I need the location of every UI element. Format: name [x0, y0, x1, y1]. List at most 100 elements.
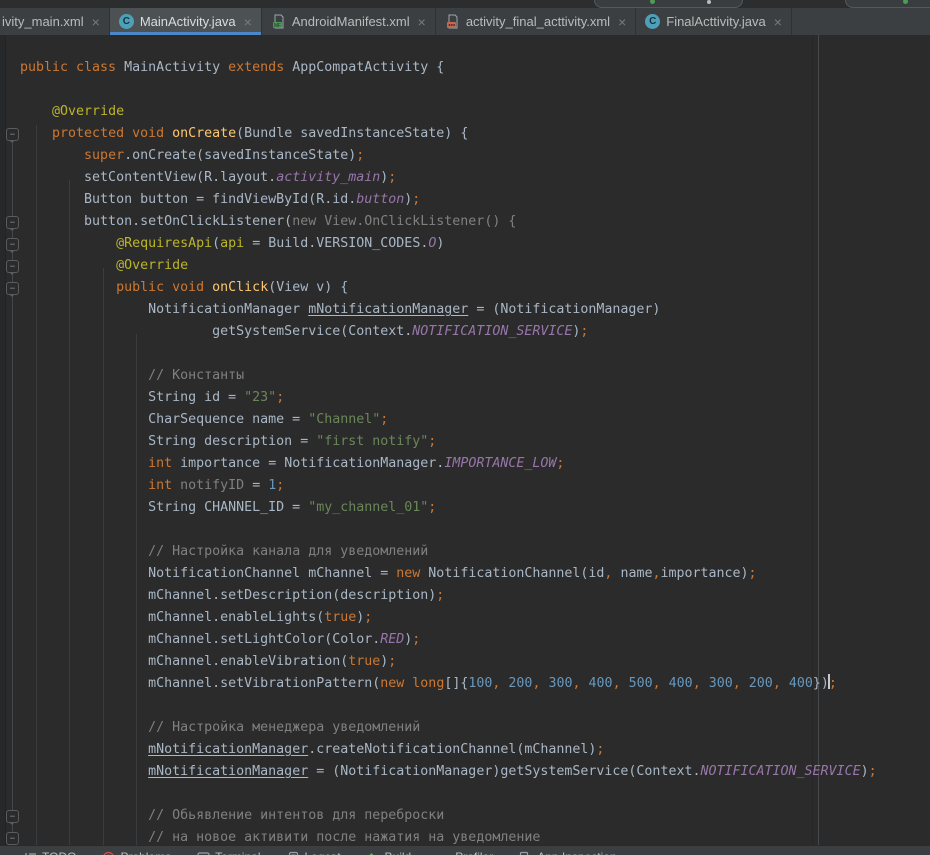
code-line[interactable]: // Настройка канала для уведомлений — [0, 541, 930, 563]
code-line[interactable]: int notifyID = 1; — [0, 475, 930, 497]
code-line[interactable]: Button button = findViewById(R.id.button… — [0, 189, 930, 211]
code-line[interactable] — [0, 783, 930, 805]
code-line[interactable]: mChannel.enableVibration(true); — [0, 651, 930, 673]
code-token: , — [693, 676, 701, 691]
fold-marker-icon[interactable]: − — [6, 216, 19, 229]
fold-marker-icon[interactable]: − — [6, 810, 19, 823]
fold-marker-icon[interactable]: − — [6, 238, 19, 251]
code-line[interactable]: setContentView(R.layout.activity_main); — [0, 167, 930, 189]
code-token: NOTIFICATION_SERVICE — [700, 764, 860, 779]
toolbar-dot-icon — [707, 0, 711, 4]
code-line[interactable] — [0, 343, 930, 365]
code-line[interactable]: int importance = NotificationManager.IMP… — [0, 453, 930, 475]
toolwindow-profiler[interactable]: Profiler — [437, 850, 493, 855]
code-line[interactable]: NotificationManager mNotificationManager… — [0, 299, 930, 321]
run-configuration-pill[interactable] — [594, 0, 743, 8]
close-icon[interactable]: × — [774, 15, 782, 29]
code-line[interactable]: // на новое активити после нажатия на ув… — [0, 827, 930, 845]
code-line[interactable]: String description = "first notify"; — [0, 431, 930, 453]
code-line[interactable]: @RequiresApi(api = Build.VERSION_CODES.O… — [0, 233, 930, 255]
code-token: @RequiresApi — [116, 236, 212, 251]
code-token — [661, 676, 669, 691]
code-token — [20, 148, 84, 163]
main-toolbar-strip — [0, 0, 930, 8]
fold-marker-icon[interactable]: − — [6, 282, 19, 295]
code-line[interactable]: // Константы — [0, 365, 930, 387]
code-line[interactable]: String id = "23"; — [0, 387, 930, 409]
tab-activity-final-acttivity-xml[interactable]: activity_final_acttivity.xml× — [436, 8, 636, 35]
code-area[interactable]: public class MainActivity extends AppCom… — [0, 35, 930, 845]
code-token: mChannel.enableVibration( — [20, 654, 348, 669]
toolwindow-app-inspection[interactable]: App Inspection — [519, 850, 616, 855]
code-line[interactable] — [0, 695, 930, 717]
code-token: Button button = findViewById(R.id. — [20, 192, 356, 207]
code-line[interactable]: @Override — [0, 101, 930, 123]
code-token: = (NotificationManager) — [468, 302, 660, 317]
code-token: AppCompatActivity { — [284, 60, 444, 75]
code-token: mNotificationManager — [308, 302, 468, 317]
code-token: ; — [276, 478, 284, 493]
code-line[interactable]: mChannel.setVibrationPattern(new long[]{… — [0, 673, 930, 695]
close-icon[interactable]: × — [418, 15, 426, 29]
code-line[interactable]: getSystemService(Context.NOTIFICATION_SE… — [0, 321, 930, 343]
code-token: = (NotificationManager)getSystemService(… — [308, 764, 700, 779]
toolwindow-build[interactable]: Build — [367, 850, 412, 855]
code-line[interactable]: mNotificationManager.createNotificationC… — [0, 739, 930, 761]
toolwindow-label: Terminal — [215, 850, 260, 855]
code-token: int — [148, 478, 172, 493]
code-token: true — [348, 654, 380, 669]
toolwindow-todo[interactable]: TODO — [24, 850, 76, 855]
code-line[interactable]: mChannel.setDescription(description); — [0, 585, 930, 607]
code-token: 500 — [629, 676, 653, 691]
android-studio-window: ivity_main.xml×CMainActivity.java×MFAndr… — [0, 0, 930, 855]
toolwindow-logcat[interactable]: Logcat — [287, 850, 341, 855]
code-token: CharSequence name = — [20, 412, 308, 427]
code-token: notifyID — [180, 478, 244, 493]
toolwindow-terminal[interactable]: Terminal — [197, 850, 260, 855]
code-line[interactable]: mNotificationManager = (NotificationMana… — [0, 761, 930, 783]
device-selector-pill[interactable] — [845, 0, 930, 8]
code-line[interactable]: // Обьявление интентов для переброски — [0, 805, 930, 827]
code-token — [621, 676, 629, 691]
code-line[interactable]: @Override — [0, 255, 930, 277]
code-line[interactable]: super.onCreate(savedInstanceState); — [0, 145, 930, 167]
code-token — [20, 126, 52, 141]
code-line[interactable]: button.setOnClickListener(new View.OnCli… — [0, 211, 930, 233]
code-token: public class — [20, 60, 116, 75]
editor-tab-bar: ivity_main.xml×CMainActivity.java×MFAndr… — [0, 8, 930, 35]
code-line[interactable]: // Настройка менеджера уведомлений — [0, 717, 930, 739]
code-token — [781, 676, 789, 691]
toolwindow-problems[interactable]: Problems — [102, 850, 171, 855]
fold-marker-icon[interactable]: − — [6, 260, 19, 273]
code-line[interactable]: mChannel.enableLights(true); — [0, 607, 930, 629]
code-token: new — [380, 676, 404, 691]
code-line[interactable]: CharSequence name = "Channel"; — [0, 409, 930, 431]
code-line[interactable] — [0, 519, 930, 541]
code-token: NotificationChannel(id — [420, 566, 604, 581]
code-token: int — [148, 456, 172, 471]
build-hammer-icon — [367, 851, 380, 855]
code-token: .onCreate(savedInstanceState) — [124, 148, 356, 163]
code-token: 300 — [709, 676, 733, 691]
code-line[interactable] — [0, 79, 930, 101]
fold-marker-icon[interactable]: − — [6, 128, 19, 141]
code-line[interactable]: public class MainActivity extends AppCom… — [0, 57, 930, 79]
code-line[interactable]: String CHANNEL_ID = "my_channel_01"; — [0, 497, 930, 519]
code-token: ; — [388, 654, 396, 669]
tab-finalacttivity-java[interactable]: CFinalActtivity.java× — [636, 8, 792, 35]
code-editor[interactable]: − − − − − − − public class MainActivity extend… — [0, 35, 930, 845]
tab-mainactivity-java[interactable]: CMainActivity.java× — [110, 8, 262, 35]
code-line[interactable]: public void onClick(View v) { — [0, 277, 930, 299]
code-line[interactable]: NotificationChannel mChannel = new Notif… — [0, 563, 930, 585]
tab-ivity-main-xml[interactable]: ivity_main.xml× — [0, 8, 110, 35]
tab-androidmanifest-xml[interactable]: MFAndroidManifest.xml× — [262, 8, 436, 35]
code-line[interactable]: mChannel.setLightColor(Color.RED); — [0, 629, 930, 651]
code-token: mNotificationManager — [148, 742, 308, 757]
device-online-icon — [903, 0, 908, 4]
close-icon[interactable]: × — [618, 15, 626, 29]
close-icon[interactable]: × — [244, 15, 252, 29]
code-line[interactable]: protected void onCreate(Bundle savedInst… — [0, 123, 930, 145]
code-token — [172, 478, 180, 493]
fold-marker-icon[interactable]: − — [6, 832, 19, 845]
close-icon[interactable]: × — [92, 15, 100, 29]
